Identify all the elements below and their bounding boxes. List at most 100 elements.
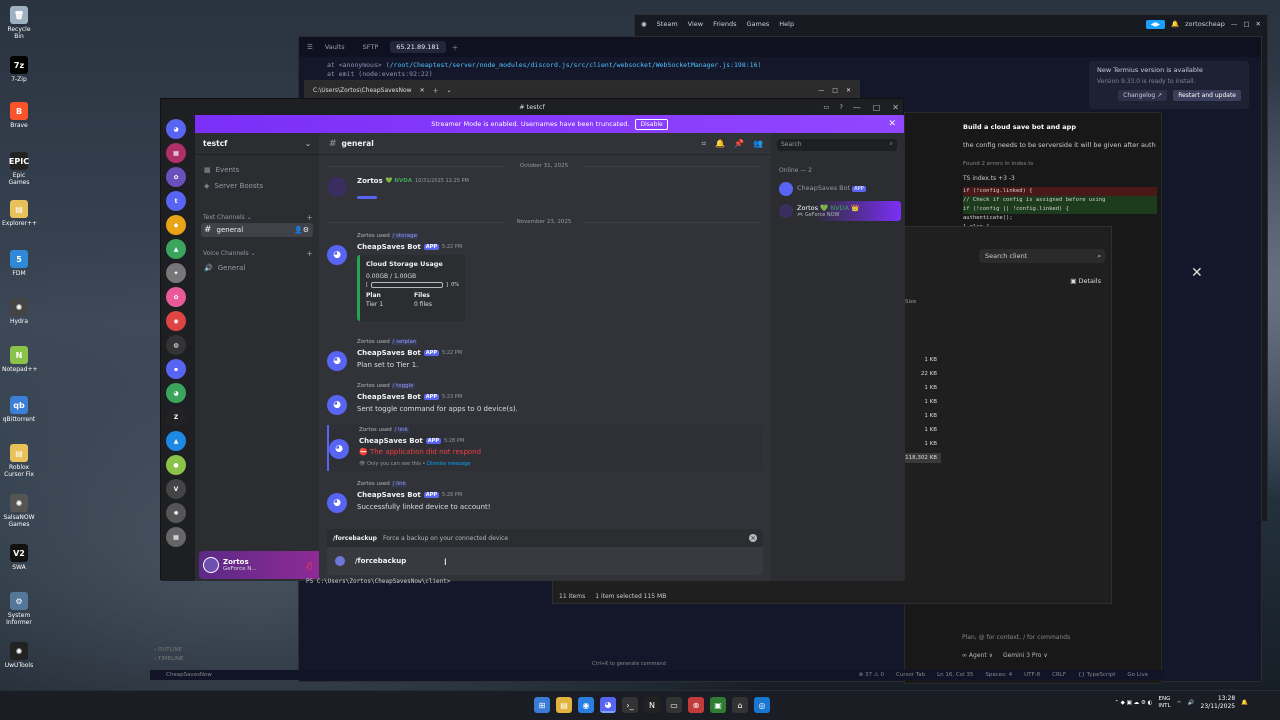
close-icon[interactable]: ✕ [846, 87, 851, 94]
changelog-button[interactable]: Changelog ↗ [1118, 90, 1168, 101]
outline-panel[interactable]: › OUTLINE › TIMELINE [154, 646, 183, 664]
desktop-icon[interactable]: ▤ Roblox Cursor Fix [2, 444, 36, 478]
minimize-icon[interactable]: — [818, 87, 824, 94]
channel-general[interactable]: # general 👤⚙ [201, 223, 313, 237]
message-input[interactable] [355, 557, 735, 565]
message[interactable]: Zortos used / toggle ◕ CheapSaves Bot APP… [327, 383, 763, 419]
steam-menu-friends[interactable]: Friends [713, 20, 736, 28]
tab-vaults[interactable]: Vaults [319, 41, 351, 53]
model-selector[interactable]: Gemini 3 Pro ∨ [1003, 652, 1048, 659]
server-icon[interactable]: ◉ [166, 311, 186, 331]
message[interactable]: Zortos used / setplan ◕ CheapSaves Bot AP… [327, 339, 763, 375]
desktop-icon[interactable]: 🗑 Recycle Bin [2, 6, 36, 40]
bot-avatar-icon[interactable]: ◕ [327, 245, 347, 265]
desktop-icon[interactable]: ✺ SalsaNOW Games [2, 494, 36, 528]
desktop-icon[interactable]: ⚙ System Informer [2, 592, 36, 626]
discord-icon[interactable]: ◕ [600, 697, 616, 713]
status-item[interactable]: Cursor Tab [896, 672, 925, 678]
restart-update-button[interactable]: Restart and update [1173, 90, 1241, 101]
chevron-down-icon[interactable]: ⌄ [447, 87, 452, 94]
server-icon[interactable]: ✿ [166, 167, 186, 187]
inbox-icon[interactable]: ▭ [823, 103, 829, 111]
server-icon[interactable]: ◍ [166, 335, 186, 355]
size-column-header[interactable]: Size [905, 299, 916, 305]
category-voice-channels[interactable]: Voice Channels ⌄ + [203, 249, 313, 258]
close-icon[interactable]: ✕ [892, 103, 899, 112]
message[interactable]: Zortos 💚 NVDA 10/31/2025 12:25 PM [327, 175, 763, 209]
agent-selector[interactable]: ∞ Agent ∨ [962, 652, 993, 659]
member-bot[interactable]: CheapSaves Bot APP [775, 179, 901, 199]
server-icon[interactable]: ▦ [166, 143, 186, 163]
termius-icon[interactable]: ▭ [666, 697, 682, 713]
message-ephemeral[interactable]: Zortos used / link ◕ CheapSaves Bot APP 5:… [327, 425, 763, 471]
close-tab-icon[interactable]: ✕ [420, 87, 425, 94]
terminal-icon[interactable]: ›_ [622, 697, 638, 713]
file-explorer-icon[interactable]: ▤ [556, 697, 572, 713]
desktop-icon[interactable]: ✺ UwUTools [2, 642, 36, 669]
server-icon[interactable]: V [166, 479, 186, 499]
desktop-icon[interactable]: qb qBittorrent [2, 396, 36, 423]
tray-icons[interactable]: ⌃ ◆ ▣ ☁ ⚙ ◐ [1114, 700, 1152, 706]
message-composer[interactable] [327, 547, 763, 575]
app-icon[interactable]: ▣ [710, 697, 726, 713]
chat-input-placeholder[interactable]: Plan, @ for context, / for commands [962, 634, 1070, 641]
server-icon[interactable]: ✦ [166, 263, 186, 283]
voice-channel-general[interactable]: 🔊 General [201, 261, 313, 275]
new-tab-icon[interactable]: ＋ [433, 86, 439, 95]
new-tab-icon[interactable]: ＋ [452, 42, 459, 52]
desktop-icon[interactable]: V2 SWA [2, 544, 36, 571]
mic-muted-icon[interactable]: 🎙̸ [307, 561, 312, 570]
avatar[interactable] [327, 177, 347, 197]
terminal-window[interactable]: C:\Users\Zortos\CheapSavesNow ✕ ＋ ⌄ — □ … [304, 80, 860, 98]
tab-ssh-host[interactable]: 65.21.89.181 [390, 41, 446, 53]
diff-file[interactable]: TS index.ts +3 -3 [963, 175, 1015, 182]
desktop-icon[interactable]: 5 FDM [2, 250, 36, 277]
server-icon[interactable]: Z [166, 407, 186, 427]
status-item[interactable]: ⊗ 37 ⚠ 0 [859, 672, 884, 678]
desktop-icon[interactable]: EPIC Epic Games [2, 152, 36, 186]
wifi-icon[interactable]: ⌔ [1177, 700, 1182, 707]
bot-avatar-icon[interactable]: ◕ [327, 351, 347, 371]
desktop-icon[interactable]: B Brave [2, 102, 36, 129]
close-banner-icon[interactable]: ✕ [888, 119, 896, 129]
status-item[interactable]: UTF-8 [1024, 672, 1040, 678]
close-icon[interactable]: ✕ [1191, 265, 1203, 281]
help-icon[interactable]: ? [840, 103, 843, 111]
bot-avatar-icon[interactable]: ◕ [327, 493, 347, 513]
terminal-tab-title[interactable]: C:\Users\Zortos\CheapSavesNow [313, 87, 412, 94]
minimize-icon[interactable]: — [853, 103, 861, 112]
pin-icon[interactable]: 📌 [734, 139, 744, 149]
cursor-app-icon[interactable]: N [644, 697, 660, 713]
browser-icon[interactable]: ◉ [578, 697, 594, 713]
channel-server-boosts[interactable]: ◈ Server Boosts [201, 179, 313, 193]
details-button[interactable]: ▣ Details [1070, 277, 1101, 285]
desktop-icon[interactable]: N Notepad++ [2, 346, 38, 373]
status-item[interactable]: Spaces: 4 [985, 672, 1012, 678]
menu-icon[interactable]: ☰ [307, 43, 313, 51]
server-icon[interactable]: ● [166, 455, 186, 475]
status-item[interactable]: Go Live [1127, 672, 1148, 678]
desktop-icon[interactable]: ✺ Hydra [2, 298, 36, 325]
close-command-icon[interactable]: ✕ [749, 534, 757, 542]
start-icon[interactable]: ⊞ [534, 697, 550, 713]
dismiss-link[interactable]: Dismiss message [427, 461, 470, 467]
steam-minimize-icon[interactable]: — [1231, 20, 1238, 28]
app-icon[interactable]: ⌂ [732, 697, 748, 713]
status-item[interactable]: {} TypeScript [1078, 672, 1115, 678]
bot-avatar-icon[interactable]: ◕ [327, 395, 347, 415]
maximize-icon[interactable]: □ [832, 87, 838, 94]
notification-bell-icon[interactable]: 🔔 [1241, 700, 1248, 706]
avatar[interactable] [203, 557, 219, 573]
server-icon[interactable]: ◕ [166, 383, 186, 403]
steam-maximize-icon[interactable]: □ [1243, 20, 1249, 28]
app-icon[interactable]: ◎ [754, 697, 770, 713]
server-icon[interactable]: ▲ [166, 239, 186, 259]
bell-icon[interactable]: 🔔 [715, 139, 725, 149]
app-icon[interactable]: ⊗ [688, 697, 704, 713]
steam-broadcast-icon[interactable]: ◀▶ [1145, 19, 1166, 29]
desktop-icon[interactable]: 7z 7-Zip [2, 56, 36, 83]
category-text-channels[interactable]: Text Channels ⌄ + [203, 213, 313, 222]
steam-menu-steam[interactable]: Steam [657, 20, 678, 28]
steam-menu-help[interactable]: Help [779, 20, 794, 28]
status-item[interactable]: CRLF [1052, 672, 1066, 678]
